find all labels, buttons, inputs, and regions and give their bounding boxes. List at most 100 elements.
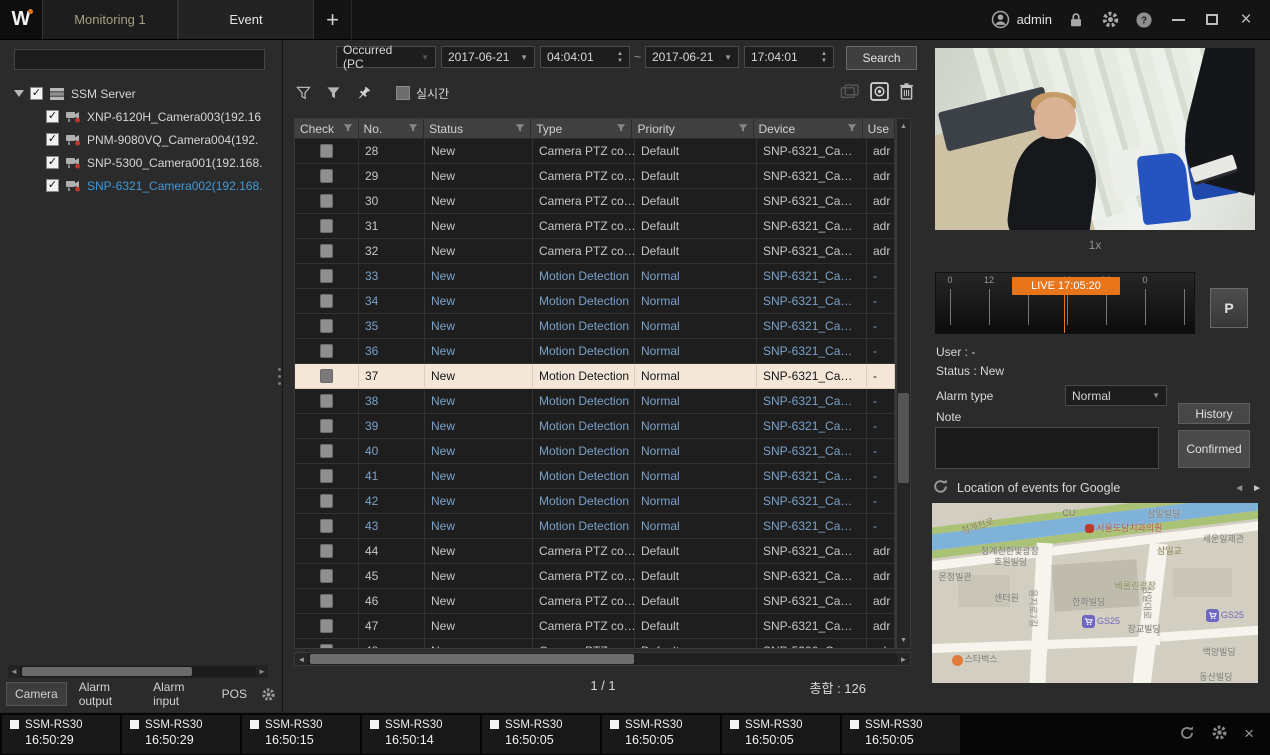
scroll-right-arrow[interactable]: ► [897, 655, 910, 664]
column-header-use[interactable]: Use [863, 119, 895, 139]
table-row[interactable]: 36NewMotion DetectionNormalSNP-6321_Ca…- [295, 339, 895, 364]
pause-button[interactable]: P [1210, 288, 1248, 328]
table-row[interactable]: 39NewMotion DetectionNormalSNP-6321_Ca…- [295, 414, 895, 439]
table-horizontal-scrollbar[interactable]: ◄ ► [294, 652, 911, 666]
sidebar-tab-camera[interactable]: Camera [6, 682, 67, 706]
column-header-no[interactable]: No. [359, 119, 425, 139]
row-checkbox[interactable] [320, 644, 333, 649]
event-video-preview[interactable] [935, 48, 1255, 230]
scroll-up-arrow[interactable]: ▲ [897, 119, 910, 134]
to-time-input[interactable]: 17:04:01 ▲▼ [744, 46, 834, 68]
column-header-status[interactable]: Status [424, 119, 531, 139]
status-event-tile[interactable]: SSM-RS3016:50:05 [602, 715, 720, 754]
table-row[interactable]: 35NewMotion DetectionNormalSNP-6321_Ca…- [295, 314, 895, 339]
tree-checkbox[interactable]: ✓ [46, 179, 59, 192]
table-row[interactable]: 28NewCamera PTZ co…DefaultSNP-6321_Ca…ad… [295, 139, 895, 164]
row-checkbox[interactable] [320, 519, 333, 533]
refresh-icon[interactable] [932, 478, 949, 498]
history-button[interactable]: History [1178, 403, 1250, 424]
left-splitter-handle[interactable] [277, 368, 282, 385]
table-row[interactable]: 34NewMotion DetectionNormalSNP-6321_Ca…- [295, 289, 895, 314]
scroll-left-arrow[interactable]: ◄ [8, 667, 20, 676]
table-row[interactable]: 32NewCamera PTZ co…DefaultSNP-6321_Ca…ad… [295, 239, 895, 264]
row-checkbox[interactable] [320, 169, 333, 183]
filter-funnel-filled-icon[interactable] [322, 86, 344, 100]
maximize-button[interactable] [1202, 10, 1222, 30]
search-button[interactable]: Search [846, 46, 917, 70]
status-event-tile[interactable]: SSM-RS3016:50:05 [482, 715, 600, 754]
tree-item-camera[interactable]: ✓SNP-5300_Camera001(192.168. [0, 151, 278, 174]
status-event-tile[interactable]: SSM-RS3016:50:14 [362, 715, 480, 754]
column-header-type[interactable]: Type [531, 119, 632, 139]
from-time-input[interactable]: 04:04:01 ▲▼ [540, 46, 630, 68]
column-filter-icon[interactable] [408, 122, 418, 136]
search-criteria-select[interactable]: Occurred (PC▼ [336, 46, 436, 68]
row-checkbox[interactable] [320, 569, 333, 583]
column-filter-icon[interactable] [343, 122, 353, 136]
row-checkbox[interactable] [320, 619, 333, 633]
note-textarea[interactable] [935, 427, 1159, 469]
lock-icon[interactable] [1066, 10, 1086, 30]
scroll-left-arrow[interactable]: ◄ [295, 655, 308, 664]
confirmed-button[interactable]: Confirmed [1178, 430, 1250, 468]
scrollbar-track[interactable] [308, 653, 897, 665]
add-tab-button[interactable]: + [314, 0, 352, 39]
row-checkbox[interactable] [320, 594, 333, 608]
row-checkbox[interactable] [320, 544, 333, 558]
scrollbar-thumb[interactable] [898, 393, 909, 483]
row-checkbox[interactable] [320, 144, 333, 158]
tree-item-camera[interactable]: ✓PNM-9080VQ_Camera004(192. [0, 128, 278, 151]
sidebar-tab-alarm-output[interactable]: Alarm output [71, 676, 141, 712]
scroll-right-arrow[interactable]: ► [256, 667, 268, 676]
table-row[interactable]: 46NewCamera PTZ co…DefaultSNP-6321_Ca…ad… [295, 589, 895, 614]
tree-item-ssm-server[interactable]: ✓SSM Server [0, 82, 278, 105]
scrollbar-track[interactable] [897, 134, 910, 633]
playback-timeline[interactable]: 01216200 LIVE 17:05:20 [935, 272, 1195, 334]
minimize-button[interactable] [1168, 10, 1188, 30]
table-row[interactable]: 30NewCamera PTZ co…DefaultSNP-6321_Ca…ad… [295, 189, 895, 214]
row-checkbox[interactable] [320, 344, 333, 358]
row-checkbox[interactable] [320, 269, 333, 283]
row-checkbox[interactable] [320, 394, 333, 408]
table-row[interactable]: 31NewCamera PTZ co…DefaultSNP-6321_Ca…ad… [295, 214, 895, 239]
row-checkbox[interactable] [320, 494, 333, 508]
row-checkbox[interactable] [320, 244, 333, 258]
column-filter-icon[interactable] [738, 122, 748, 136]
column-header-check[interactable]: Check [295, 119, 359, 139]
tree-item-camera[interactable]: ✓XNP-6120H_Camera003(192.16 [0, 105, 278, 128]
tree-checkbox[interactable]: ✓ [46, 133, 59, 146]
realtime-checkbox[interactable] [396, 86, 410, 100]
row-checkbox[interactable] [320, 369, 333, 383]
filter-funnel-icon[interactable] [292, 86, 314, 100]
table-row[interactable]: 38NewMotion DetectionNormalSNP-6321_Ca…- [295, 389, 895, 414]
status-event-tile[interactable]: SSM-RS3016:50:15 [242, 715, 360, 754]
refresh-icon[interactable] [1179, 725, 1195, 744]
column-filter-icon[interactable] [847, 122, 857, 136]
table-row[interactable]: 47NewCamera PTZ co…DefaultSNP-6321_Ca…ad… [295, 614, 895, 639]
row-checkbox[interactable] [320, 319, 333, 333]
table-row[interactable]: 41NewMotion DetectionNormalSNP-6321_Ca…- [295, 464, 895, 489]
expand-collapse-icon[interactable] [14, 90, 24, 97]
status-event-tile[interactable]: SSM-RS3016:50:29 [122, 715, 240, 754]
table-row[interactable]: 29NewCamera PTZ co…DefaultSNP-6321_Ca…ad… [295, 164, 895, 189]
table-row[interactable]: 42NewMotion DetectionNormalSNP-6321_Ca…- [295, 489, 895, 514]
row-checkbox[interactable] [320, 294, 333, 308]
row-checkbox[interactable] [320, 419, 333, 433]
time-spinner[interactable]: ▲▼ [815, 51, 827, 64]
tree-checkbox[interactable]: ✓ [30, 87, 43, 100]
row-checkbox[interactable] [320, 469, 333, 483]
tree-search-input[interactable] [14, 49, 265, 70]
scroll-down-arrow[interactable]: ▼ [897, 633, 910, 648]
scrollbar-thumb[interactable] [22, 667, 192, 676]
column-header-device[interactable]: Device [754, 119, 863, 139]
row-checkbox[interactable] [320, 194, 333, 208]
location-prev-arrow[interactable]: ◄ [1234, 483, 1244, 494]
pin-icon[interactable] [352, 86, 374, 101]
column-filter-icon[interactable] [515, 122, 525, 136]
from-date-select[interactable]: 2017-06-21▼ [441, 46, 535, 68]
row-checkbox[interactable] [320, 219, 333, 233]
table-row[interactable]: 43NewMotion DetectionNormalSNP-6321_Ca…- [295, 514, 895, 539]
table-row[interactable]: 40NewMotion DetectionNormalSNP-6321_Ca…- [295, 439, 895, 464]
sidebar-tab-alarm-input[interactable]: Alarm input [145, 676, 210, 712]
table-row[interactable]: 33NewMotion DetectionNormalSNP-6321_Ca…- [295, 264, 895, 289]
